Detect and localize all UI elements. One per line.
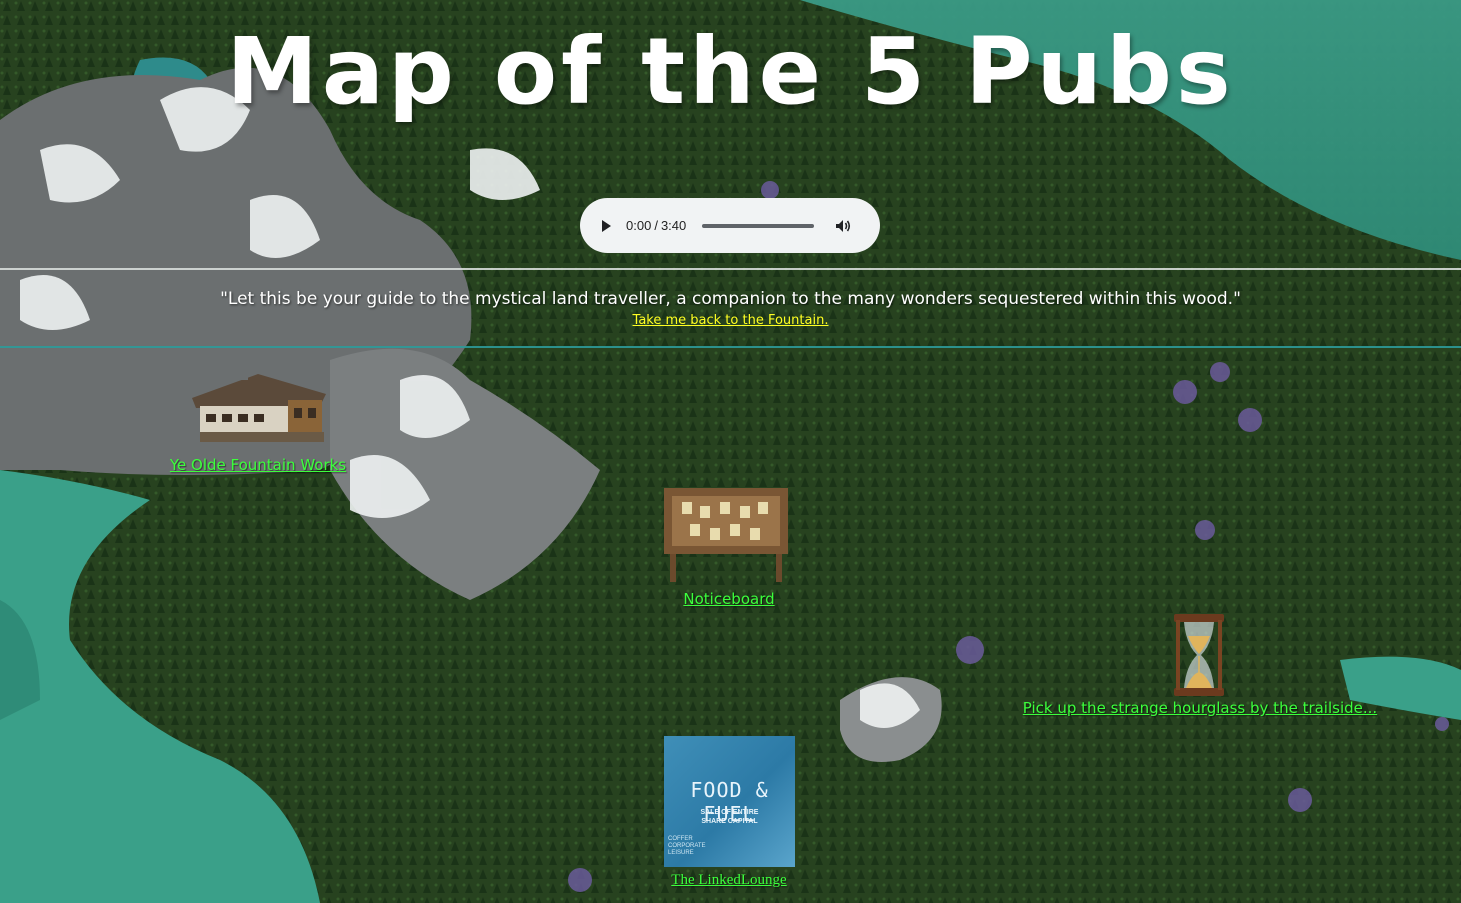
location-item: Pick up the strange hourglass by the tra…: [1000, 698, 1400, 717]
intro-quote: "Let this be your guide to the mystical …: [220, 289, 1241, 309]
location-link-fountain-works[interactable]: Ye Olde Fountain Works: [170, 456, 346, 474]
audio-current-time: 0:00: [626, 218, 652, 233]
location-link-linkedlounge[interactable]: The LinkedLounge: [671, 872, 786, 888]
location-item: Ye Olde Fountain Works: [158, 455, 358, 474]
noticeboard-icon[interactable]: [664, 486, 788, 582]
bottom-divider: [0, 346, 1461, 348]
audio-progress-bar[interactable]: [702, 223, 815, 228]
time-separator: /: [654, 218, 658, 233]
location-link-hourglass[interactable]: Pick up the strange hourglass by the tra…: [1023, 699, 1377, 717]
top-divider: [0, 268, 1461, 270]
volume-icon[interactable]: [834, 217, 852, 235]
back-to-fountain-link[interactable]: Take me back to the Fountain.: [633, 313, 829, 328]
hourglass-icon[interactable]: [1172, 614, 1226, 696]
back-link-container: Take me back to the Fountain.: [0, 313, 1461, 328]
audio-player[interactable]: 0:00/3:40: [580, 198, 880, 253]
play-icon[interactable]: [598, 218, 614, 234]
food-and-fuel-image[interactable]: FOOD & FUEL SALE OF ENTIRE SHARE CAPITAL…: [664, 736, 795, 867]
food-image-footer: COFFER CORPORATE LEISURE: [668, 836, 706, 856]
food-image-sub1: SALE OF ENTIRE: [700, 809, 759, 816]
location-item: The LinkedLounge: [629, 869, 829, 889]
food-image-subtitle: SALE OF ENTIRE SHARE CAPITAL: [664, 808, 795, 826]
location-item: Noticeboard: [629, 589, 829, 608]
house-icon[interactable]: [188, 364, 330, 446]
audio-time: 0:00/3:40: [626, 218, 686, 233]
page-title: Map of the 5 Pubs: [226, 18, 1235, 125]
audio-duration: 3:40: [660, 218, 687, 233]
location-link-noticeboard[interactable]: Noticeboard: [683, 590, 774, 608]
food-image-sub2: SHARE CAPITAL: [701, 818, 758, 825]
